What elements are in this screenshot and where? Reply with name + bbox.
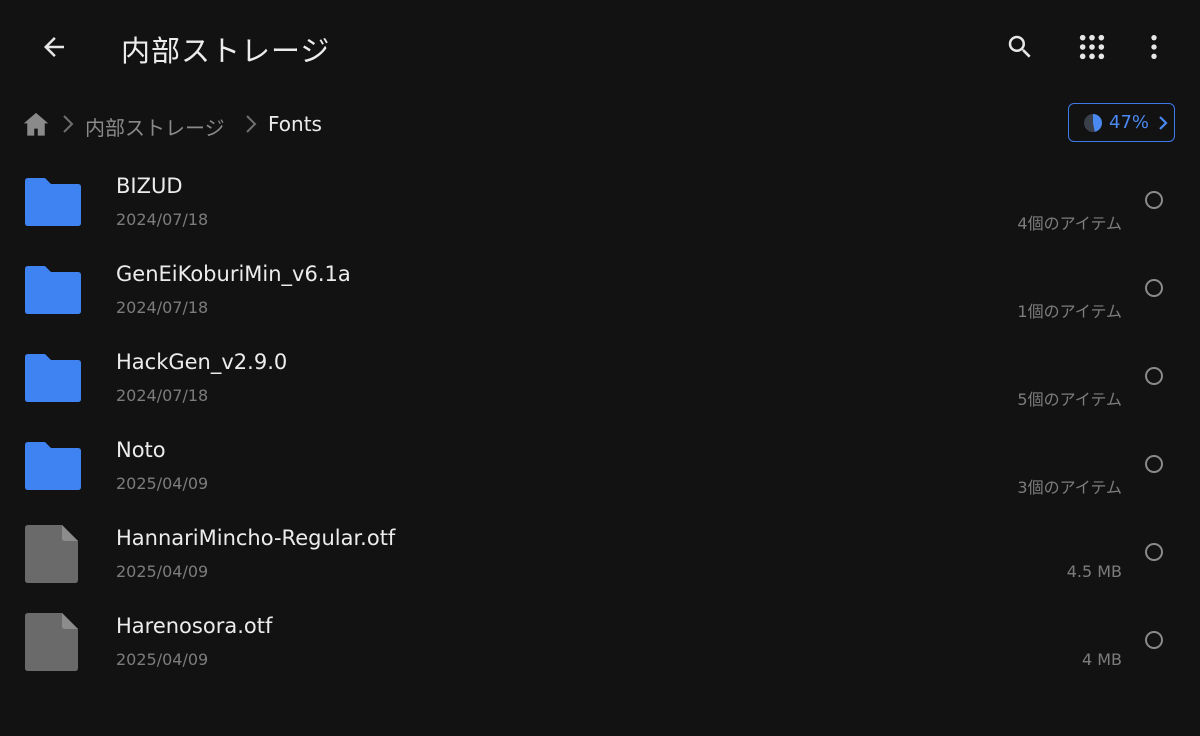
file-name: GenEiKoburiMin_v6.1a xyxy=(116,262,351,286)
file-name: HackGen_v2.9.0 xyxy=(116,350,288,374)
folder-icon xyxy=(25,178,81,226)
file-icon xyxy=(25,613,78,671)
folder-icon xyxy=(25,442,81,490)
more-vert-icon xyxy=(1151,34,1157,60)
select-radio[interactable] xyxy=(1145,543,1163,561)
select-radio[interactable] xyxy=(1145,631,1163,649)
arrow-back-icon xyxy=(44,37,64,57)
list-item[interactable]: BIZUD 2024/07/18 4個のアイテム xyxy=(0,158,1200,246)
file-icon xyxy=(25,525,78,583)
file-name: Harenosora.otf xyxy=(116,614,273,638)
app-bar: 内部ストレージ xyxy=(0,0,1200,94)
file-meta: 4個のアイテム xyxy=(1017,214,1122,233)
file-date: 2024/07/18 xyxy=(116,386,209,405)
list-item[interactable]: HannariMincho-Regular.otf 2025/04/09 4.5 M… xyxy=(0,510,1200,598)
storage-usage-chip[interactable]: 47% xyxy=(1068,103,1175,142)
select-radio[interactable] xyxy=(1145,279,1163,297)
folder-icon xyxy=(25,354,81,402)
list-item[interactable]: Harenosora.otf 2025/04/09 4 MB xyxy=(0,598,1200,686)
file-meta: 4 MB xyxy=(1081,650,1122,669)
select-radio[interactable] xyxy=(1145,191,1163,209)
search-button[interactable] xyxy=(997,24,1043,70)
file-name: HannariMincho-Regular.otf xyxy=(116,526,396,550)
file-date: 2025/04/09 xyxy=(116,474,209,493)
breadcrumb: 内部ストレージ Fonts 47% xyxy=(0,100,1200,150)
more-options-button[interactable] xyxy=(1131,24,1177,70)
storage-pie-icon xyxy=(1084,113,1103,132)
chevron-right-icon xyxy=(1159,115,1168,130)
file-name: BIZUD xyxy=(116,174,183,198)
file-date: 2025/04/09 xyxy=(116,650,209,669)
list-item[interactable]: Noto 2025/04/09 3個のアイテム xyxy=(0,422,1200,510)
file-date: 2024/07/18 xyxy=(116,298,209,317)
select-radio[interactable] xyxy=(1145,367,1163,385)
page-title: 内部ストレージ xyxy=(121,34,331,68)
file-date: 2025/04/09 xyxy=(116,562,209,581)
select-radio[interactable] xyxy=(1145,455,1163,473)
file-meta: 1個のアイテム xyxy=(1017,302,1122,321)
file-meta: 4.5 MB xyxy=(1066,562,1122,581)
list-item[interactable]: GenEiKoburiMin_v6.1a 2024/07/18 1個のアイテム xyxy=(0,246,1200,334)
back-button[interactable] xyxy=(30,26,78,68)
storage-percent: 47% xyxy=(1109,112,1150,133)
search-icon xyxy=(1008,35,1031,58)
home-icon[interactable] xyxy=(22,110,50,138)
chevron-right-icon xyxy=(63,115,74,133)
list-item[interactable]: HackGen_v2.9.0 2024/07/18 5個のアイテム xyxy=(0,334,1200,422)
chevron-right-icon xyxy=(246,115,257,133)
file-meta: 5個のアイテム xyxy=(1017,390,1122,409)
file-meta: 3個のアイテム xyxy=(1017,478,1122,497)
grid-view-icon xyxy=(1079,34,1105,60)
folder-icon xyxy=(25,266,81,314)
breadcrumb-item-internal-storage[interactable]: 内部ストレージ xyxy=(85,112,225,141)
file-date: 2024/07/18 xyxy=(116,210,209,229)
breadcrumb-item-fonts[interactable]: Fonts xyxy=(268,112,322,136)
grid-view-button[interactable] xyxy=(1069,24,1115,70)
file-name: Noto xyxy=(116,438,166,462)
